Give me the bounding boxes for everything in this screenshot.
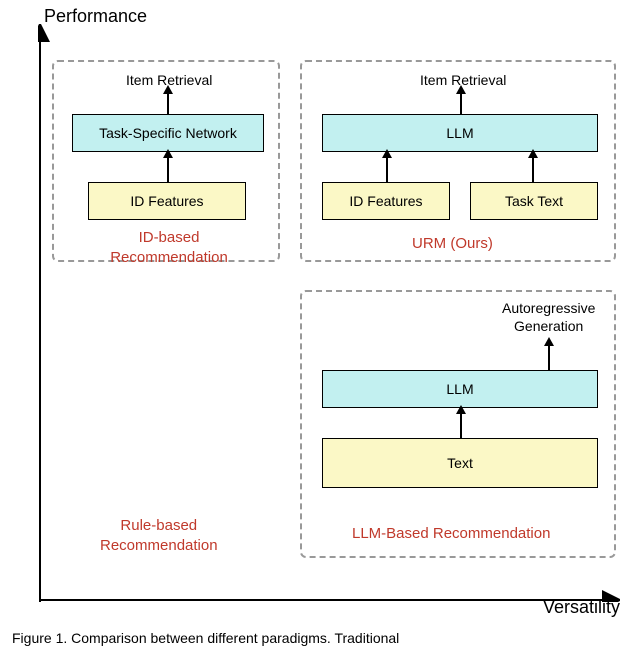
figure-caption: Figure 1. Comparison between different p… [12,630,399,646]
box-text: Text [322,438,598,488]
arrow-icon [386,156,388,182]
arrow-icon [167,92,169,114]
arrow-icon [167,156,169,182]
label-id-based: ID-based Recommendation [104,228,234,267]
label-urm: URM (Ours) [412,234,493,254]
panel-llm-based: Autoregressive Generation LLM Text LLM-B… [300,290,616,558]
panel-urm: Item Retrieval LLM ID Features Task Text… [300,60,616,262]
label-rule-based: Rule-based Recommendation [100,516,218,555]
arrow-icon [460,412,462,438]
box-id-features-urm: ID Features [322,182,450,220]
arrow-icon [548,344,550,370]
output-llm: Autoregressive Generation [502,300,595,335]
arrow-icon [460,92,462,114]
box-task-specific-network: Task-Specific Network [72,114,264,152]
label-llm-based: LLM-Based Recommendation [352,524,550,544]
arrow-icon [532,156,534,182]
box-task-text: Task Text [470,182,598,220]
box-llm-urm: LLM [322,114,598,152]
box-llm: LLM [322,370,598,408]
panel-id-based: Item Retrieval Task-Specific Network ID … [52,60,280,262]
box-id-features: ID Features [88,182,246,220]
